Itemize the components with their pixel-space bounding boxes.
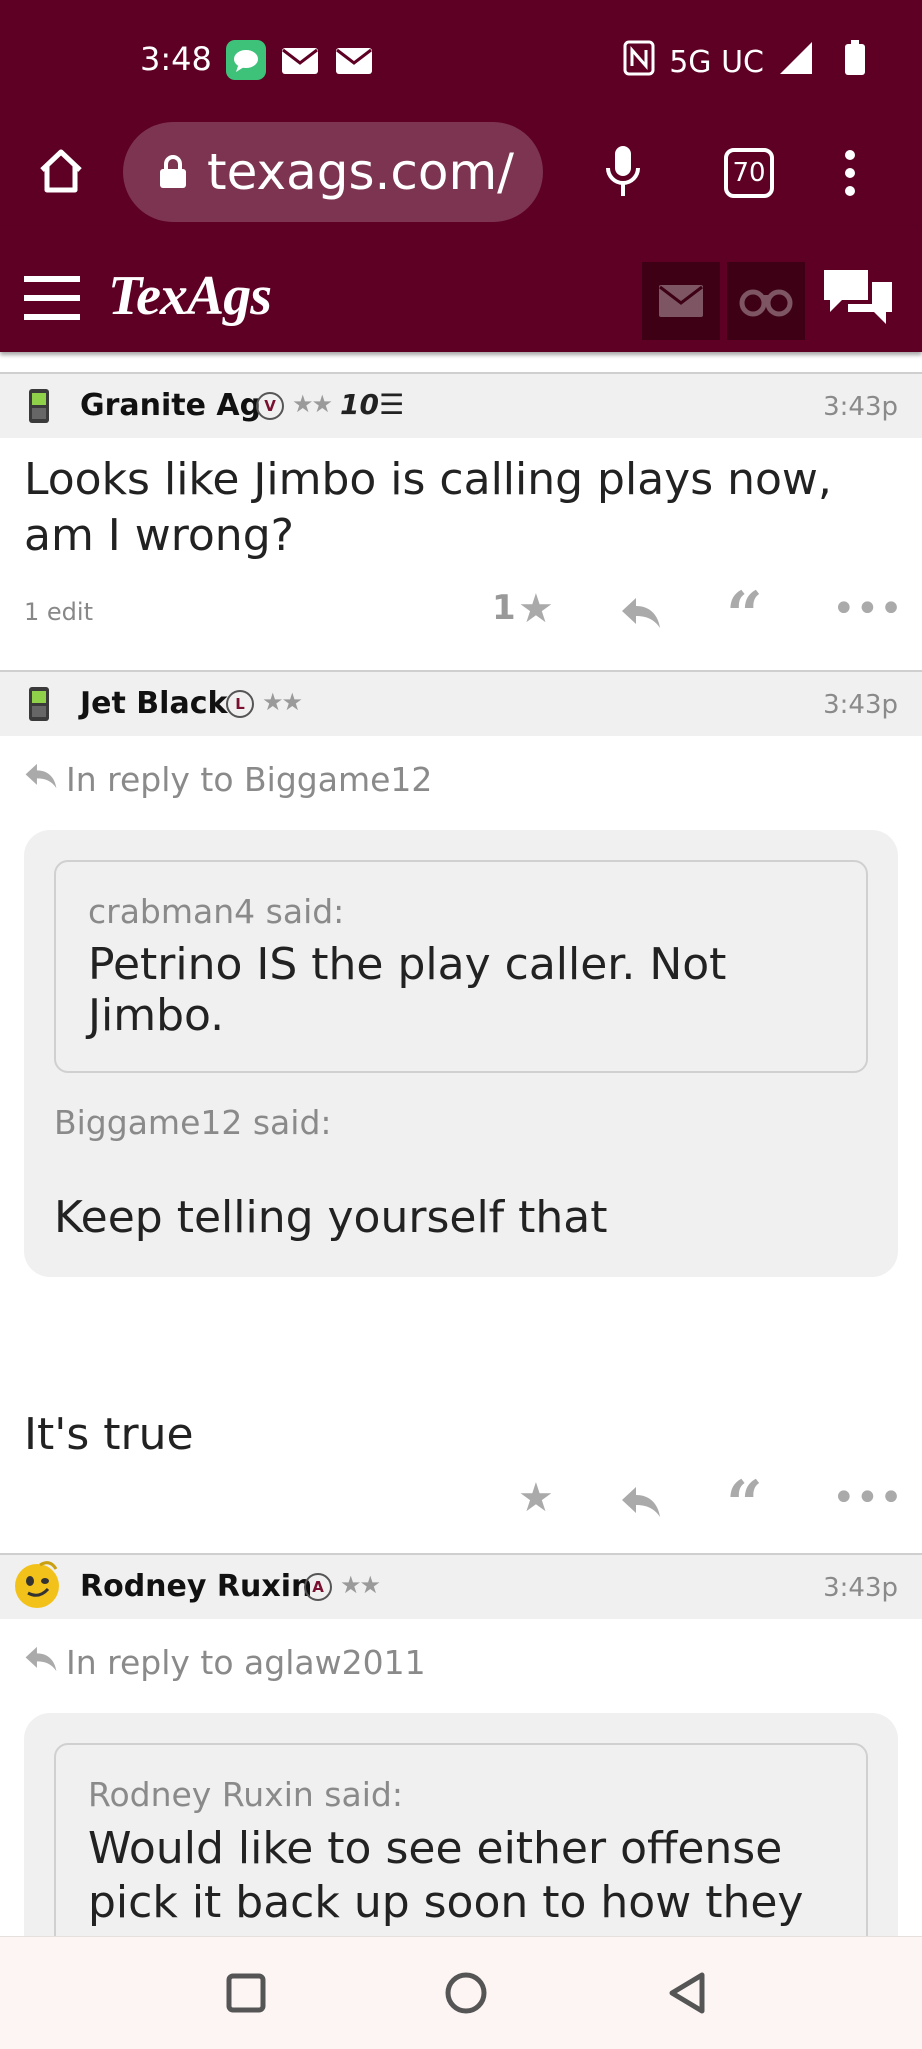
email-notification-icon	[336, 40, 372, 84]
quote-text: Would like to see either offense pick it…	[88, 1823, 804, 1928]
post-header: Jet Black L ★★ 3:43p	[0, 670, 922, 736]
home-icon[interactable]	[36, 146, 86, 200]
quote-text: Keep telling yourself that	[54, 1192, 608, 1243]
back-button[interactable]	[666, 1971, 708, 2019]
overflow-menu-icon[interactable]	[840, 148, 860, 202]
post-header: Rodney Ruxin A ★★ 3:43p	[0, 1553, 922, 1619]
post-actions: ★ “ •••	[0, 1463, 922, 1553]
quote-icon[interactable]: “	[726, 1467, 763, 1542]
post-text: It's true	[24, 1409, 194, 1460]
status-indicators: 5G UC	[623, 40, 866, 84]
post-text: Looks like Jimbo is calling plays now, a…	[24, 454, 832, 561]
hamburger-menu-icon[interactable]	[24, 276, 80, 324]
tab-switcher-button[interactable]: 70	[724, 148, 774, 198]
user-badge: A	[304, 1573, 332, 1601]
home-button[interactable]	[444, 1971, 488, 2019]
nested-quote: Rodney Ruxin said: Would like to see eit…	[54, 1743, 868, 1962]
quote-icon[interactable]: “	[726, 578, 763, 653]
url-text: texags.com/	[207, 143, 515, 201]
star-icon[interactable]: ★	[518, 586, 554, 632]
post-header: Granite Ag V ★★ 10☰ 3:43p	[0, 372, 922, 438]
reply-arrow-icon	[24, 762, 58, 794]
reply-icon[interactable]	[620, 1483, 662, 1529]
post-time: 3:43p	[823, 1573, 898, 1603]
nested-quote: crabman4 said: Petrino IS the play calle…	[54, 860, 868, 1073]
reply-to-link[interactable]: In reply to aglaw2011	[0, 1619, 922, 1699]
user-badge: V	[256, 392, 284, 420]
username[interactable]: Rodney Ruxin	[80, 1569, 312, 1604]
status-bar: 3:48 5G UC	[0, 0, 922, 118]
messages-button[interactable]	[642, 262, 720, 340]
status-time: 3:48	[140, 40, 212, 78]
quote-author[interactable]: crabman4 said:	[88, 892, 834, 931]
reply-icon[interactable]	[620, 594, 662, 640]
phone-icon	[26, 686, 52, 726]
user-badge: L	[226, 690, 254, 718]
quote-author[interactable]: Biggame12 said:	[54, 1103, 868, 1142]
post-time: 3:43p	[823, 690, 898, 720]
user-stars: ★★	[262, 688, 303, 716]
site-logo[interactable]: TexAgs	[108, 264, 272, 328]
thread-content: Granite Ag V ★★ 10☰ 3:43p Looks like Jim…	[0, 352, 922, 1982]
reply-to-text: In reply to Biggame12	[66, 760, 433, 799]
signal-icon	[778, 40, 814, 84]
quote-block: crabman4 said: Petrino IS the play calle…	[24, 830, 898, 1277]
post-time: 3:43p	[823, 392, 898, 422]
site-header: TexAgs	[0, 226, 922, 352]
username[interactable]: Granite Ag	[80, 388, 261, 423]
browser-toolbar: texags.com/ 70	[0, 118, 922, 226]
system-nav-bar	[0, 1936, 922, 2049]
edit-note[interactable]: 1 edit	[24, 598, 93, 626]
user-stars: ★★	[340, 1571, 381, 1599]
user-stars: ★★	[292, 390, 333, 418]
star-icon[interactable]: ★	[518, 1475, 554, 1521]
quote-text: Petrino IS the play caller. Not Jimbo.	[88, 939, 727, 1041]
user-rank: 10☰	[340, 388, 405, 421]
quote-author[interactable]: Rodney Ruxin said:	[88, 1775, 834, 1814]
messages-app-icon	[226, 40, 266, 84]
recents-button[interactable]	[226, 1973, 266, 2017]
star-count: 1	[492, 588, 516, 628]
microphone-icon[interactable]	[603, 144, 643, 202]
post-actions: 1 edit 1 ★ “ •••	[0, 564, 922, 664]
avatar	[12, 1559, 62, 1613]
more-options-icon[interactable]: •••	[832, 1475, 903, 1521]
url-bar[interactable]: texags.com/	[123, 122, 543, 222]
watch-button[interactable]	[727, 262, 805, 340]
more-options-icon[interactable]: •••	[832, 586, 903, 632]
phone-icon	[26, 388, 52, 428]
username[interactable]: Jet Black	[80, 686, 227, 721]
email-notification-icon	[282, 40, 318, 84]
binoculars-icon	[739, 289, 793, 317]
network-type: 5G UC	[669, 44, 764, 80]
post: Rodney Ruxin A ★★ 3:43p In reply to agla…	[0, 1553, 922, 1982]
post: Granite Ag V ★★ 10☰ 3:43p Looks like Jim…	[0, 372, 922, 664]
reply-to-text: In reply to aglaw2011	[66, 1643, 426, 1682]
battery-icon	[844, 40, 866, 84]
forums-chat-icon[interactable]	[820, 266, 896, 332]
reply-arrow-icon	[24, 1645, 58, 1677]
reply-to-link[interactable]: In reply to Biggame12	[0, 736, 922, 816]
nfc-icon	[623, 40, 655, 84]
post: Jet Black L ★★ 3:43p In reply to Biggame…	[0, 670, 922, 1553]
lock-icon	[159, 143, 187, 201]
envelope-icon	[659, 285, 703, 317]
